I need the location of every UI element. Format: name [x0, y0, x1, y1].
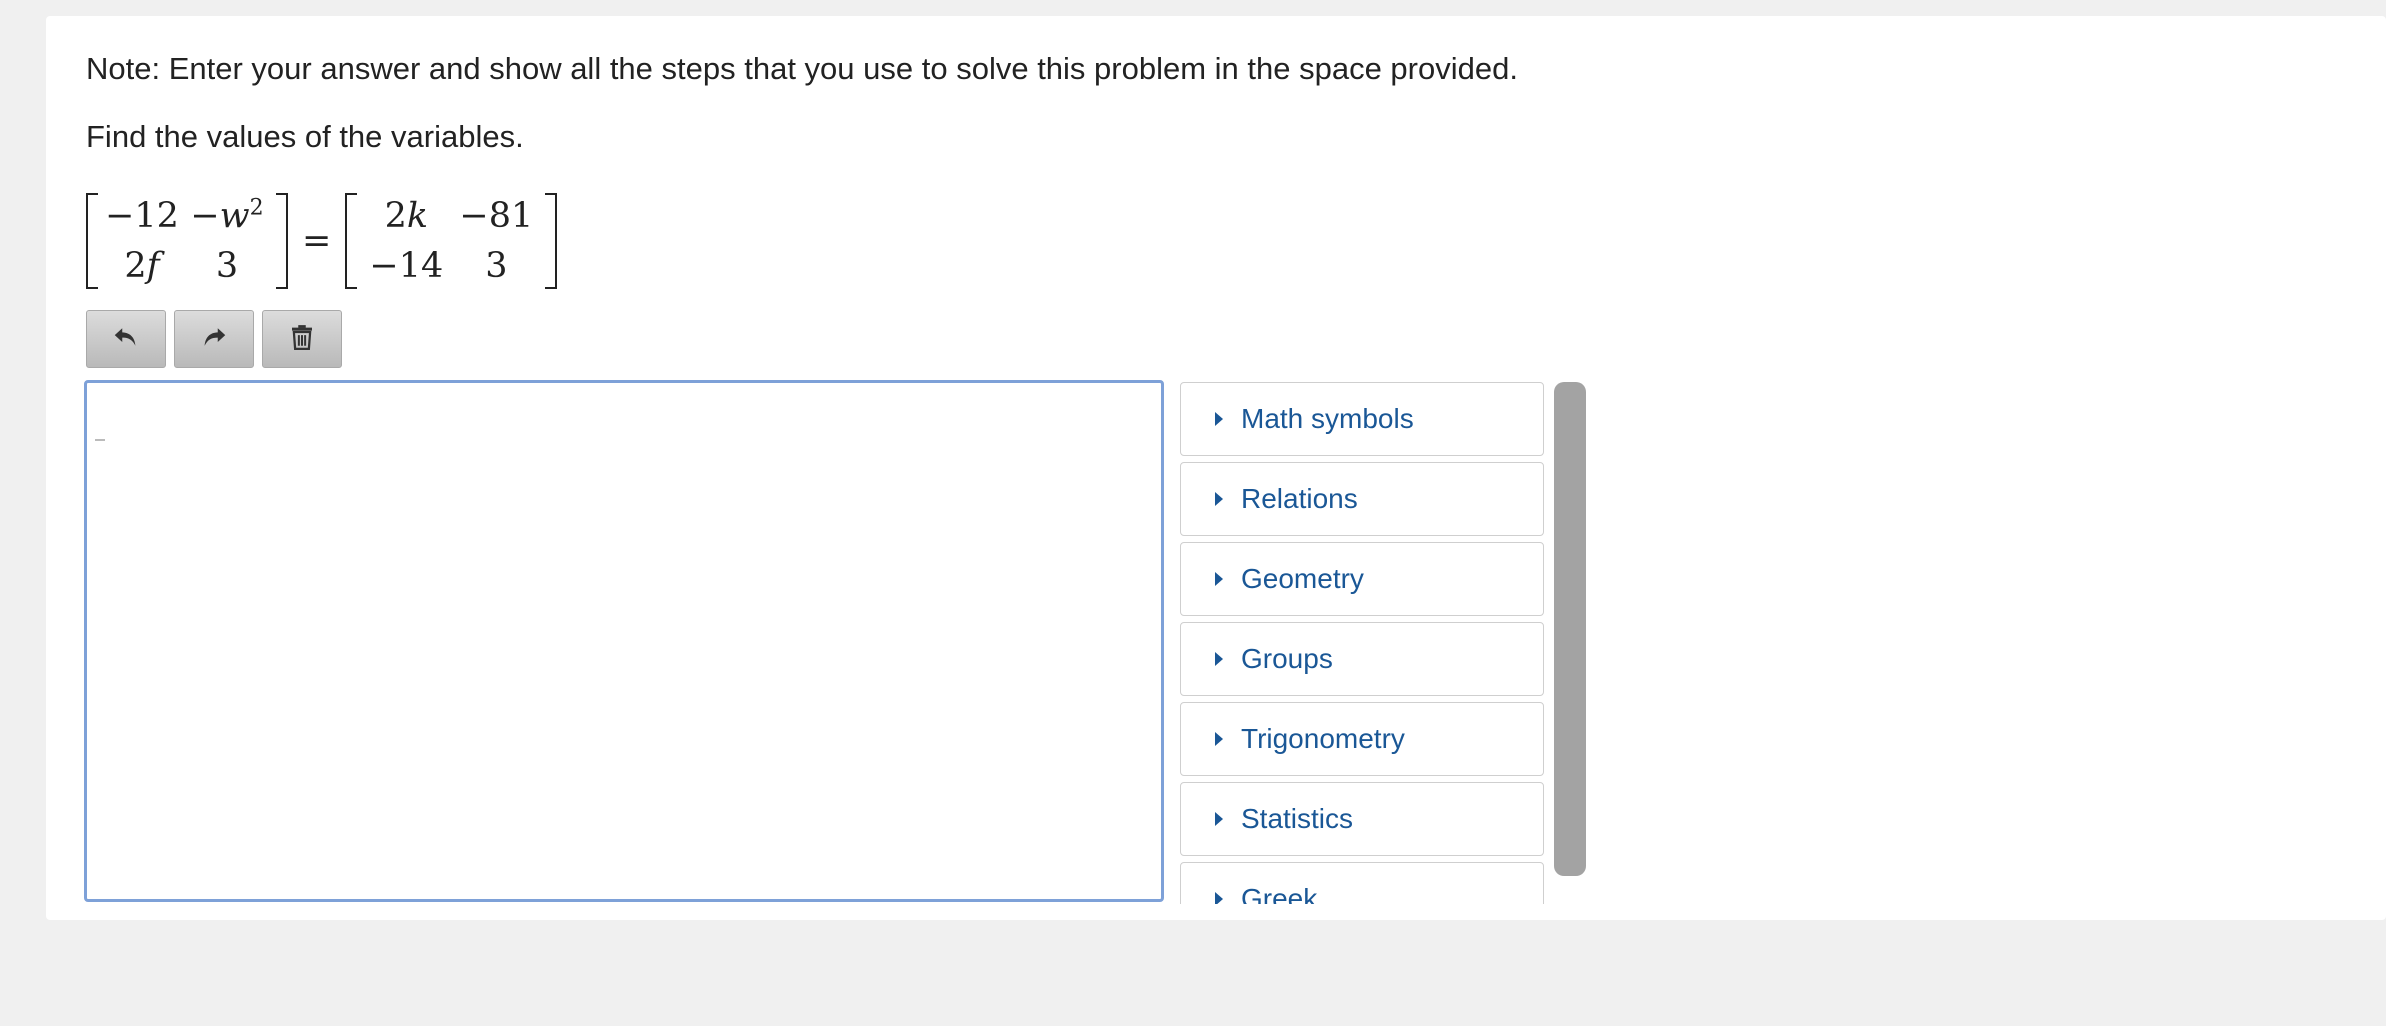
palette-label: Statistics	[1241, 803, 1354, 834]
caret-right-icon	[1215, 812, 1223, 826]
text-cursor	[95, 439, 105, 441]
caret-right-icon	[1215, 492, 1223, 506]
trash-icon	[287, 322, 317, 357]
palette-groups[interactable]: Groups	[1180, 622, 1544, 696]
left-bracket	[345, 193, 358, 289]
left-bracket	[86, 193, 98, 289]
instruction-note: Note: Enter your answer and show all the…	[86, 51, 1518, 86]
palette-label: Math symbols	[1241, 403, 1414, 434]
palette-math-symbols[interactable]: Math symbols	[1180, 382, 1544, 456]
palette-relations[interactable]: Relations	[1180, 462, 1544, 536]
matrix-entry: 3	[485, 246, 508, 286]
question-prompt: Find the values of the variables.	[86, 119, 524, 154]
undo-button[interactable]	[86, 310, 166, 368]
clear-button[interactable]	[262, 310, 342, 368]
question-card: Note: Enter your answer and show all the…	[46, 16, 2386, 920]
caret-right-icon	[1215, 572, 1223, 586]
palette-label: Trigonometry	[1241, 723, 1405, 754]
redo-button[interactable]	[174, 310, 254, 368]
matrix-entry: −w2	[190, 195, 264, 236]
caret-right-icon	[1215, 652, 1223, 666]
palette-label: Groups	[1241, 643, 1333, 674]
matrix-entry: 2f	[124, 246, 160, 286]
answer-editor[interactable]	[84, 380, 1164, 902]
palette-label: Greek	[1241, 883, 1318, 904]
palette-label: Relations	[1241, 483, 1358, 514]
matrix-entry: −12	[105, 196, 179, 236]
matrix-entry: −14	[369, 246, 444, 286]
palette-geometry[interactable]: Geometry	[1180, 542, 1544, 616]
redo-icon	[199, 322, 229, 357]
palette-trigonometry[interactable]: Trigonometry	[1180, 702, 1544, 776]
palette-label: Geometry	[1241, 563, 1364, 594]
left-matrix: −12 −w2 2f 3	[86, 191, 288, 291]
caret-right-icon	[1215, 892, 1223, 904]
symbol-palette: Math symbols Relations Geometry Groups T…	[1180, 382, 1544, 904]
palette-scrollbar[interactable]	[1554, 382, 1586, 876]
right-bracket	[276, 193, 288, 289]
equals-sign: =	[302, 221, 332, 261]
matrix-entry: −81	[459, 196, 534, 236]
caret-right-icon	[1215, 732, 1223, 746]
editor-toolbar	[86, 310, 342, 368]
matrix-equation: −12 −w2 2f 3 = 2k −81 −14 3	[86, 184, 558, 298]
caret-right-icon	[1215, 412, 1223, 426]
matrix-entry: 3	[215, 246, 239, 286]
right-bracket	[545, 193, 558, 289]
undo-icon	[111, 322, 141, 357]
matrix-entry: 2k	[384, 196, 429, 236]
palette-greek[interactable]: Greek	[1180, 862, 1544, 904]
palette-statistics[interactable]: Statistics	[1180, 782, 1544, 856]
right-matrix: 2k −81 −14 3	[345, 191, 558, 291]
